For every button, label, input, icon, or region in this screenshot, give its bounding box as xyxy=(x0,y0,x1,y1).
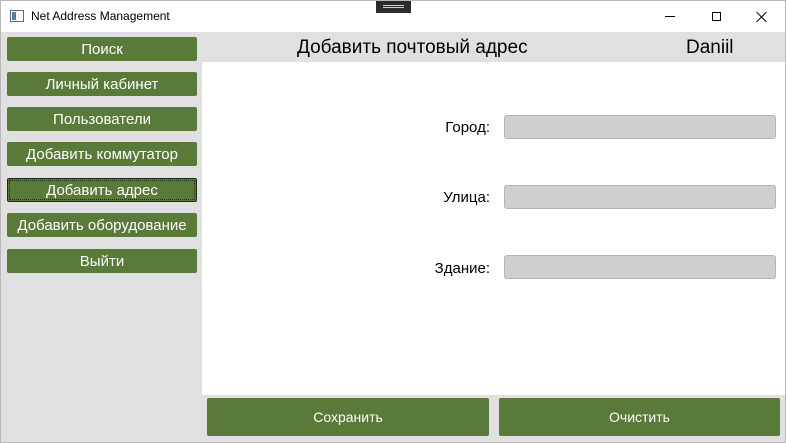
address-form: Город: Улица: Здание: xyxy=(202,62,785,395)
page-header: Добавить почтовый адрес Daniil xyxy=(202,32,785,62)
street-input[interactable] xyxy=(504,185,776,209)
page-title: Добавить почтовый адрес xyxy=(297,37,528,58)
close-button[interactable] xyxy=(739,1,785,32)
sidebar-item-add-equipment[interactable]: Добавить оборудование xyxy=(7,213,197,237)
minimize-icon xyxy=(665,16,675,17)
building-input[interactable] xyxy=(504,255,776,279)
save-button[interactable]: Сохранить xyxy=(207,398,489,436)
street-label: Улица: xyxy=(443,189,490,206)
clear-button[interactable]: Очистить xyxy=(499,398,780,436)
window-title: Net Address Management xyxy=(31,9,170,23)
minimize-button[interactable] xyxy=(647,1,693,32)
username-label: Daniil xyxy=(686,37,734,58)
sidebar-item-add-switch[interactable]: Добавить коммутатор xyxy=(7,142,197,166)
sidebar-item-profile[interactable]: Личный кабинет xyxy=(7,72,197,96)
sidebar-item-add-address[interactable]: Добавить адрес xyxy=(7,178,197,202)
sidebar-item-users[interactable]: Пользователи xyxy=(7,107,197,131)
maximize-button[interactable] xyxy=(693,1,739,32)
app-icon xyxy=(10,10,24,22)
close-icon xyxy=(756,11,768,23)
drag-grip-icon[interactable] xyxy=(376,1,411,13)
city-label: Город: xyxy=(445,119,490,136)
maximize-icon xyxy=(711,12,721,21)
sidebar-item-search[interactable]: Поиск xyxy=(7,37,197,61)
sidebar: Поиск Личный кабинет Пользователи Добави… xyxy=(1,32,202,442)
sidebar-item-logout[interactable]: Выйти xyxy=(7,249,197,273)
title-bar[interactable]: Net Address Management xyxy=(1,1,785,32)
app-window: Net Address Management Поиск Личный каби… xyxy=(0,0,786,443)
action-bar: Сохранить Очистить xyxy=(202,395,785,442)
city-input[interactable] xyxy=(504,115,776,139)
building-label: Здание: xyxy=(434,260,490,277)
